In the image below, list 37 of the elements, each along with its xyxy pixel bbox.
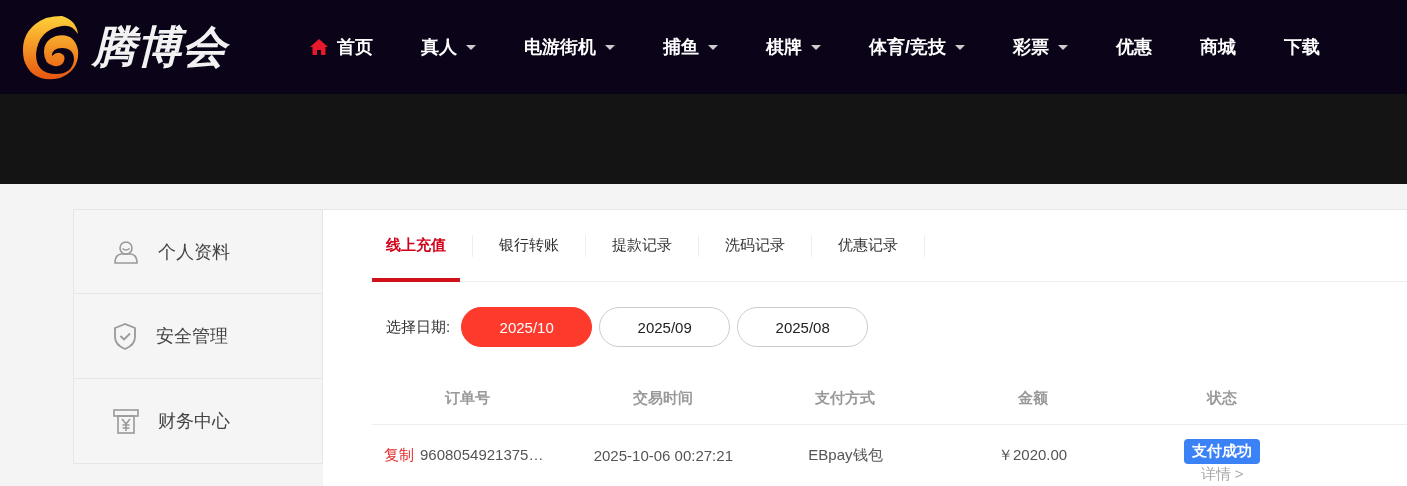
nav-link[interactable]: 捕鱼 xyxy=(663,35,718,59)
nav-link[interactable]: 彩票 xyxy=(1013,35,1068,59)
month-button[interactable]: 2025/08 xyxy=(737,307,869,347)
nav-link[interactable]: 下载 xyxy=(1284,35,1320,59)
nav-link[interactable]: 体育/竞技 xyxy=(869,35,965,59)
nav-link[interactable]: 真人 xyxy=(421,35,476,59)
tab[interactable]: 提款记录 xyxy=(598,210,686,281)
shield-icon xyxy=(113,322,137,350)
nav-link[interactable]: 电游街机 xyxy=(524,35,615,59)
tab[interactable]: 线上充值 xyxy=(372,210,460,281)
sidebar-item[interactable]: 个人资料 xyxy=(73,209,323,294)
payment-method: EBpay钱包 xyxy=(808,445,883,463)
order-number: 9608054921375… xyxy=(420,445,544,463)
home-icon xyxy=(310,39,328,55)
amount: ￥2020.00 xyxy=(998,445,1068,463)
date-label: 选择日期: xyxy=(386,317,451,337)
month-button[interactable]: 2025/10 xyxy=(461,307,593,347)
transaction-time: 2025-10-06 00:27:21 xyxy=(593,446,733,464)
column-header: 支付方式 xyxy=(763,372,928,425)
cash-register-icon xyxy=(113,408,139,434)
sidebar-item[interactable]: 财务中心 xyxy=(73,379,323,464)
month-button[interactable]: 2025/09 xyxy=(599,307,731,347)
nav-link[interactable]: 首页 xyxy=(310,35,373,59)
column-header: 状态 xyxy=(1137,372,1307,425)
copy-link[interactable]: 复制 xyxy=(384,445,414,463)
column-header: 金额 xyxy=(927,372,1138,425)
tab[interactable]: 洗码记录 xyxy=(711,210,799,281)
nav-link[interactable]: 优惠 xyxy=(1116,35,1152,59)
tab[interactable]: 银行转账 xyxy=(485,210,573,281)
column-header: 交易时间 xyxy=(563,372,764,425)
sidebar-item[interactable]: 安全管理 xyxy=(73,294,323,379)
tab[interactable]: 优惠记录 xyxy=(824,210,912,281)
nav-link[interactable]: 棋牌 xyxy=(766,35,821,59)
user-icon xyxy=(113,238,139,265)
status-badge: 支付成功 xyxy=(1184,438,1261,464)
nav-link[interactable]: 商城 xyxy=(1200,35,1236,59)
column-header: 订单号 xyxy=(372,372,564,425)
